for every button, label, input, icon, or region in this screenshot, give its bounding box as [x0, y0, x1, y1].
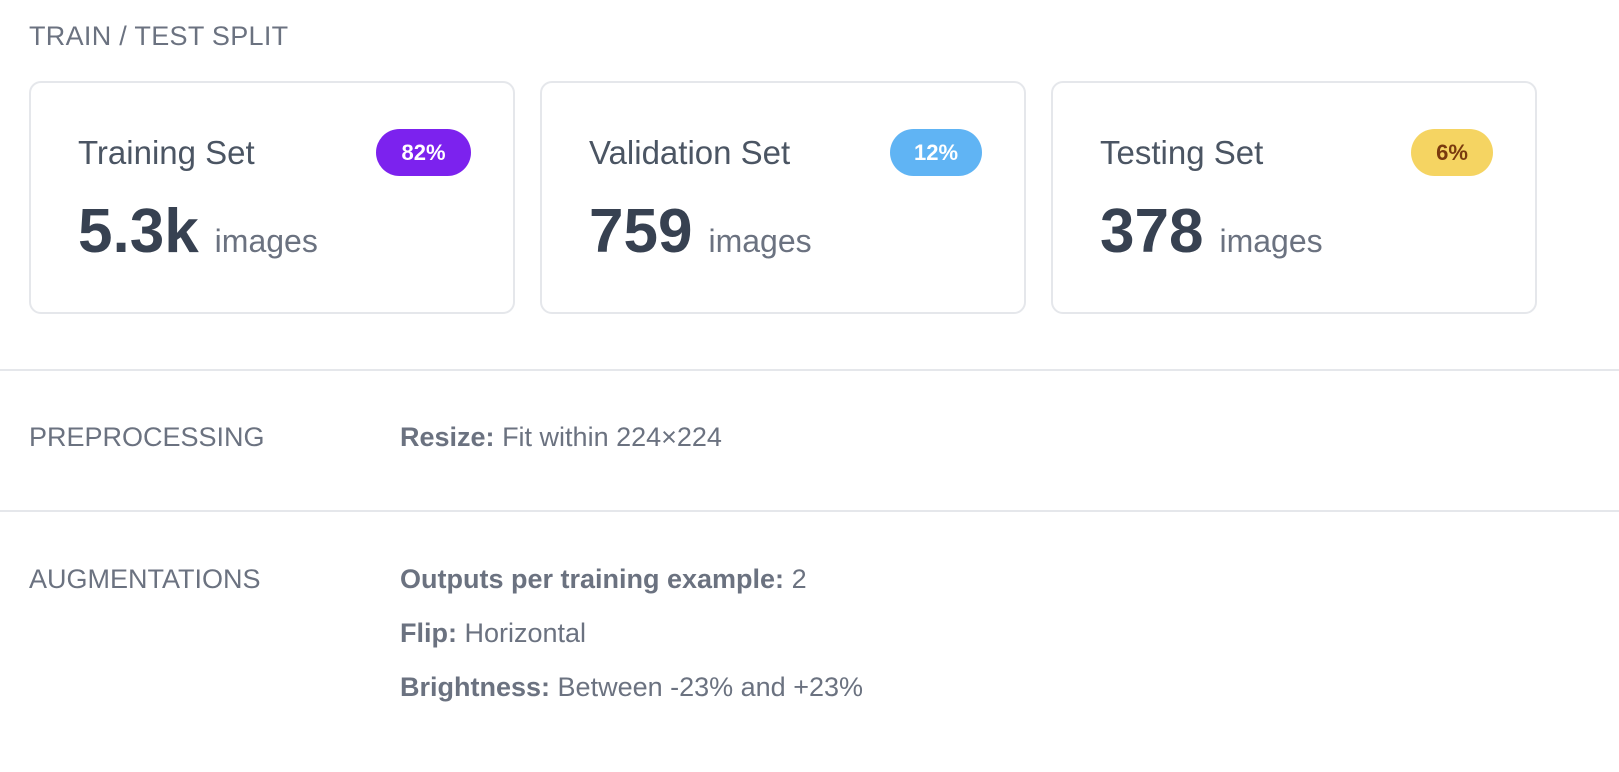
training-set-unit: images	[214, 223, 318, 259]
augmentation-outputs: Outputs per training example: 2	[400, 566, 807, 593]
augmentation-brightness: Brightness: Between -23% and +23%	[400, 674, 863, 701]
testing-set-unit: images	[1219, 223, 1323, 259]
split-cards: Training Set 82% 5.3k images Validation …	[29, 81, 1537, 314]
validation-set-title: Validation Set	[589, 134, 791, 171]
validation-set-unit: images	[708, 223, 812, 259]
testing-set-badge: 6%	[1411, 129, 1493, 176]
brightness-key: Brightness:	[400, 672, 551, 702]
testing-set-card: Testing Set 6% 378 images	[1051, 81, 1537, 314]
flip-key: Flip:	[400, 618, 457, 648]
augmentation-flip: Flip: Horizontal	[400, 620, 586, 647]
training-set-card: Training Set 82% 5.3k images	[29, 81, 515, 314]
testing-set-count: 378	[1100, 197, 1204, 266]
training-set-count: 5.3k	[78, 197, 199, 266]
validation-set-stat: 759 images	[589, 201, 812, 263]
brightness-value: Between -23% and +23%	[557, 672, 864, 702]
resize-value: Fit within 224×224	[502, 422, 722, 452]
outputs-value: 2	[791, 564, 807, 594]
split-section-title: TRAIN / TEST SPLIT	[29, 21, 289, 51]
training-set-title: Training Set	[78, 134, 255, 171]
preprocessing-resize: Resize: Fit within 224×224	[400, 424, 722, 451]
training-set-badge: 82%	[376, 129, 471, 176]
preprocessing-label: PREPROCESSING	[29, 422, 265, 452]
validation-set-card: Validation Set 12% 759 images	[540, 81, 1026, 314]
resize-key: Resize:	[400, 422, 495, 452]
validation-set-badge: 12%	[890, 129, 982, 176]
section-divider	[0, 510, 1619, 512]
testing-set-stat: 378 images	[1100, 201, 1323, 263]
flip-value: Horizontal	[464, 618, 587, 648]
augmentations-label: AUGMENTATIONS	[29, 564, 261, 594]
outputs-key: Outputs per training example:	[400, 564, 785, 594]
section-divider	[0, 369, 1619, 371]
training-set-stat: 5.3k images	[78, 201, 318, 263]
validation-set-count: 759	[589, 197, 693, 266]
testing-set-title: Testing Set	[1100, 134, 1264, 171]
